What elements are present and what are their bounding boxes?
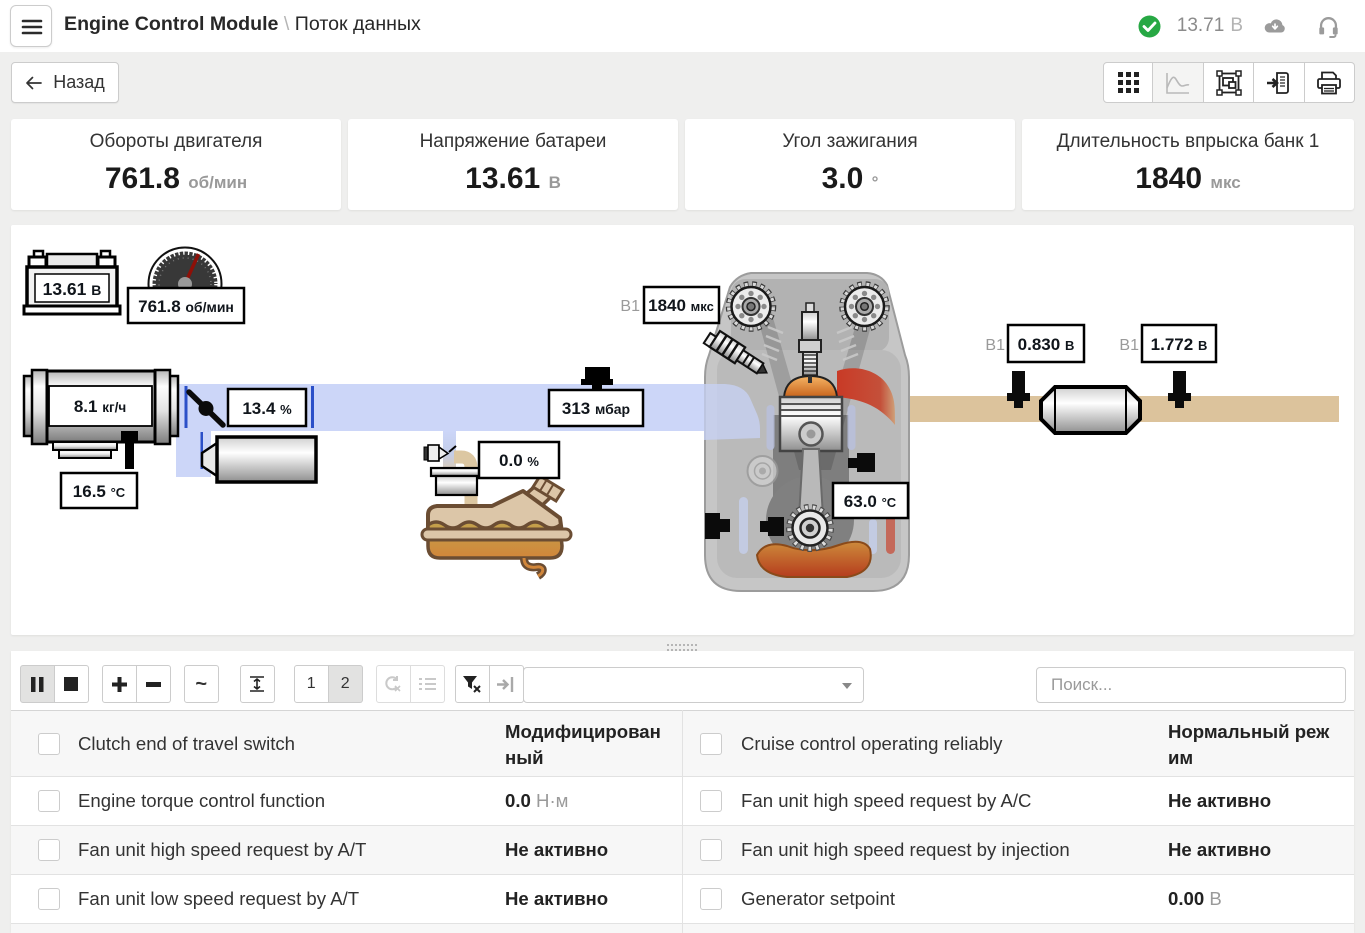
svg-text:B1: B1: [985, 337, 1005, 354]
svg-text:63.0 °С: 63.0 °С: [844, 492, 897, 511]
svg-text:13.61 В: 13.61 В: [43, 279, 102, 299]
svg-text:1840 мкс: 1840 мкс: [648, 296, 714, 315]
svg-text:8.1 кг/ч: 8.1 кг/ч: [74, 397, 126, 416]
svg-text:313 мбар: 313 мбар: [562, 399, 630, 418]
svg-text:0.830 В: 0.830 В: [1018, 335, 1075, 354]
svg-text:B1: B1: [620, 298, 640, 315]
svg-text:761.8 об/мин: 761.8 об/мин: [138, 297, 234, 316]
svg-text:0.0 %: 0.0 %: [499, 451, 539, 470]
svg-text:B1: B1: [1119, 337, 1139, 354]
svg-text:1.772 В: 1.772 В: [1151, 335, 1208, 354]
svg-text:13.4 %: 13.4 %: [242, 399, 292, 418]
svg-text:16.5 °С: 16.5 °С: [73, 482, 126, 501]
